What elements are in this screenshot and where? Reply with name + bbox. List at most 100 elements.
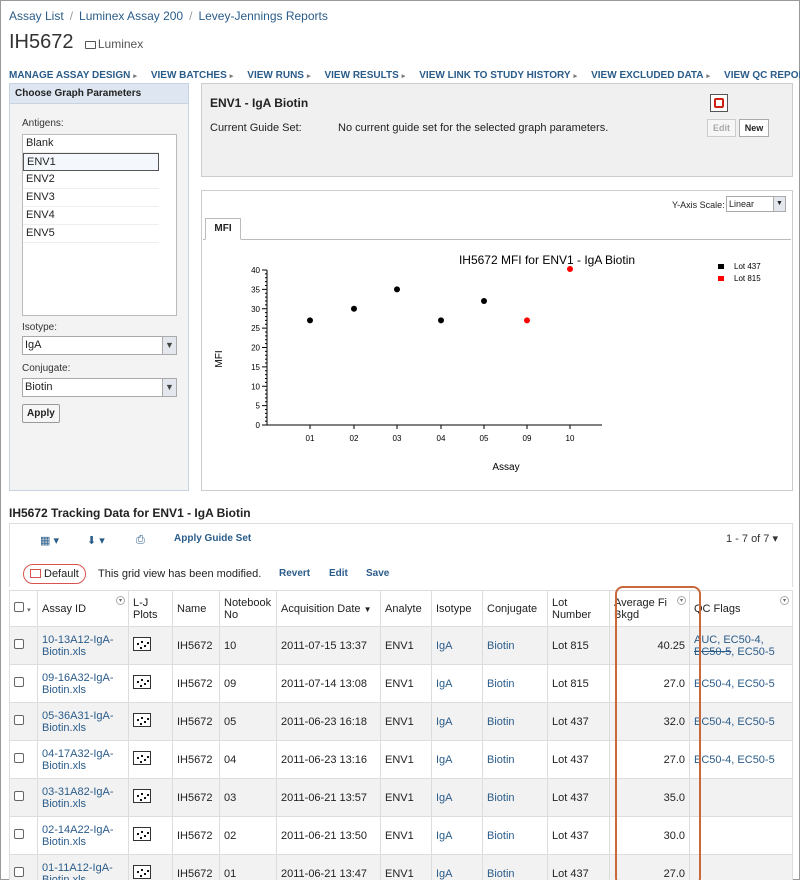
conjugate-select[interactable]: Biotin ▼: [22, 378, 177, 397]
y-axis-scale-select[interactable]: Linear ▼: [726, 196, 786, 212]
qc-flags-cell[interactable]: AUC, EC50-4, EC50-5, EC50-5: [689, 626, 793, 665]
breadcrumb-assay-list[interactable]: Assay List: [9, 9, 64, 23]
conjugate-link[interactable]: Biotin: [487, 640, 515, 652]
grid-view-menu-icon[interactable]: ▦ ▾: [40, 534, 59, 547]
lj-plot-icon[interactable]: [133, 751, 151, 765]
antigen-option[interactable]: Blank: [23, 135, 159, 153]
column-menu-icon[interactable]: ▾: [677, 596, 686, 605]
nav-item[interactable]: VIEW RESULTS ▸: [324, 70, 405, 81]
lj-plot-cell[interactable]: [128, 664, 173, 703]
assay-id-link[interactable]: 04-17A32-IgA-Biotin.xls: [42, 748, 114, 772]
conjugate-cell[interactable]: Biotin: [482, 778, 548, 817]
antigen-option[interactable]: ENV4: [23, 207, 159, 225]
qc-flag-link[interactable]: EC50-4, EC50-5: [694, 716, 775, 728]
antigen-option[interactable]: ENV3: [23, 189, 159, 207]
conjugate-link[interactable]: Biotin: [487, 754, 515, 766]
conjugate-cell[interactable]: Biotin: [482, 816, 548, 855]
isotype-link[interactable]: IgA: [436, 678, 453, 690]
lj-plot-icon[interactable]: [133, 865, 151, 879]
lj-plot-icon[interactable]: [133, 827, 151, 841]
row-select-cell[interactable]: [9, 702, 38, 741]
conjugate-cell[interactable]: Biotin: [482, 626, 548, 665]
qc-flags-cell[interactable]: [689, 778, 793, 817]
new-guide-button[interactable]: New: [739, 119, 769, 137]
apply-guide-set-button[interactable]: Apply Guide Set: [174, 533, 251, 544]
assay-id-cell[interactable]: 09-16A32-IgA-Biotin.xls: [37, 664, 129, 703]
row-checkbox[interactable]: [14, 639, 24, 649]
nav-item[interactable]: VIEW QC REPORT▸: [724, 70, 800, 81]
folder-label[interactable]: Luminex: [84, 37, 143, 51]
assay-id-cell[interactable]: 01-11A12-IgA-Biotin.xls: [37, 854, 129, 880]
assay-id-cell[interactable]: 05-36A31-IgA-Biotin.xls: [37, 702, 129, 741]
table-row[interactable]: 01-11A12-IgA-Biotin.xls IH5672 01 2011-06-2…: [9, 854, 793, 880]
chevron-down-icon[interactable]: ▼: [162, 379, 176, 396]
nav-item[interactable]: VIEW BATCHES ▸: [151, 70, 233, 81]
default-view-button[interactable]: Default: [23, 564, 86, 584]
edit-view-link[interactable]: Edit: [329, 568, 348, 579]
lj-plot-icon[interactable]: [133, 713, 151, 727]
qc-flag-link[interactable]: EC50-4, EC50-5: [694, 754, 775, 766]
row-checkbox[interactable]: [14, 829, 24, 839]
antigen-option[interactable]: ENV2: [23, 171, 159, 189]
lj-plot-cell[interactable]: [128, 626, 173, 665]
assay-id-link[interactable]: 10-13A12-IgA-Biotin.xls: [42, 634, 114, 658]
lj-plot-cell[interactable]: [128, 854, 173, 880]
qc-flag-link[interactable]: EC50-5: [694, 646, 731, 658]
antigen-option[interactable]: ENV5: [23, 225, 159, 243]
table-row[interactable]: 09-16A32-IgA-Biotin.xls IH5672 09 2011-07-1…: [9, 664, 793, 703]
pager[interactable]: 1 - 7 of 7 ▾: [726, 532, 778, 545]
row-select-cell[interactable]: [9, 740, 38, 779]
row-checkbox[interactable]: [14, 791, 24, 801]
assay-id-link[interactable]: 05-36A31-IgA-Biotin.xls: [42, 710, 114, 734]
save-view-link[interactable]: Save: [366, 568, 389, 579]
col-header[interactable]: QC Flags ▾: [689, 590, 793, 627]
isotype-cell[interactable]: IgA: [431, 664, 483, 703]
assay-id-link[interactable]: 01-11A12-IgA-Biotin.xls: [42, 862, 113, 880]
assay-id-link[interactable]: 03-31A82-IgA-Biotin.xls: [42, 786, 114, 810]
lj-plot-cell[interactable]: [128, 702, 173, 741]
col-header[interactable]: Analyte: [380, 590, 432, 627]
assay-id-cell[interactable]: 04-17A32-IgA-Biotin.xls: [37, 740, 129, 779]
qc-flags-cell[interactable]: [689, 854, 793, 880]
conjugate-cell[interactable]: Biotin: [482, 854, 548, 880]
assay-id-cell[interactable]: 02-14A22-IgA-Biotin.xls: [37, 816, 129, 855]
col-header[interactable]: Notebook No: [219, 590, 277, 627]
nav-item[interactable]: VIEW EXCLUDED DATA ▸: [591, 70, 710, 81]
col-header[interactable]: Lot Number: [547, 590, 610, 627]
qc-flags-cell[interactable]: EC50-4, EC50-5: [689, 740, 793, 779]
row-checkbox[interactable]: [14, 677, 24, 687]
conjugate-cell[interactable]: Biotin: [482, 664, 548, 703]
col-header[interactable]: Name: [172, 590, 220, 627]
nav-item[interactable]: MANAGE ASSAY DESIGN ▸: [9, 70, 137, 81]
row-checkbox[interactable]: [14, 867, 24, 877]
col-header[interactable]: Assay ID ▾: [37, 590, 129, 627]
tab-mfi[interactable]: MFI: [205, 218, 241, 240]
revert-link[interactable]: Revert: [279, 568, 310, 579]
row-select-cell[interactable]: [9, 778, 38, 817]
lj-plot-cell[interactable]: [128, 816, 173, 855]
conjugate-link[interactable]: Biotin: [487, 716, 515, 728]
row-checkbox[interactable]: [14, 715, 24, 725]
isotype-link[interactable]: IgA: [436, 868, 453, 880]
column-menu-icon[interactable]: ▾: [116, 596, 125, 605]
conjugate-link[interactable]: Biotin: [487, 792, 515, 804]
assay-id-cell[interactable]: 03-31A82-IgA-Biotin.xls: [37, 778, 129, 817]
conjugate-cell[interactable]: Biotin: [482, 702, 548, 741]
chevron-down-icon[interactable]: ▼: [773, 197, 785, 211]
lj-plot-icon[interactable]: [133, 789, 151, 803]
table-row[interactable]: 10-13A12-IgA-Biotin.xls IH5672 10 2011-07-1…: [9, 626, 793, 665]
lj-plot-cell[interactable]: [128, 778, 173, 817]
qc-flag-link[interactable]: , EC50-5: [731, 646, 774, 658]
lj-plot-icon[interactable]: [133, 637, 151, 651]
qc-flags-cell[interactable]: EC50-4, EC50-5: [689, 702, 793, 741]
nav-item[interactable]: VIEW LINK TO STUDY HISTORY ▸: [419, 70, 577, 81]
pdf-export-icon[interactable]: [710, 94, 728, 112]
isotype-link[interactable]: IgA: [436, 792, 453, 804]
chevron-down-icon[interactable]: ▼: [162, 337, 176, 354]
qc-flags-cell[interactable]: EC50-4, EC50-5: [689, 664, 793, 703]
row-select-cell[interactable]: [9, 854, 38, 880]
isotype-cell[interactable]: IgA: [431, 854, 483, 880]
isotype-cell[interactable]: IgA: [431, 626, 483, 665]
breadcrumb-lj-reports[interactable]: Levey-Jennings Reports: [198, 9, 327, 23]
qc-flag-link[interactable]: EC50-4, EC50-5: [694, 678, 775, 690]
